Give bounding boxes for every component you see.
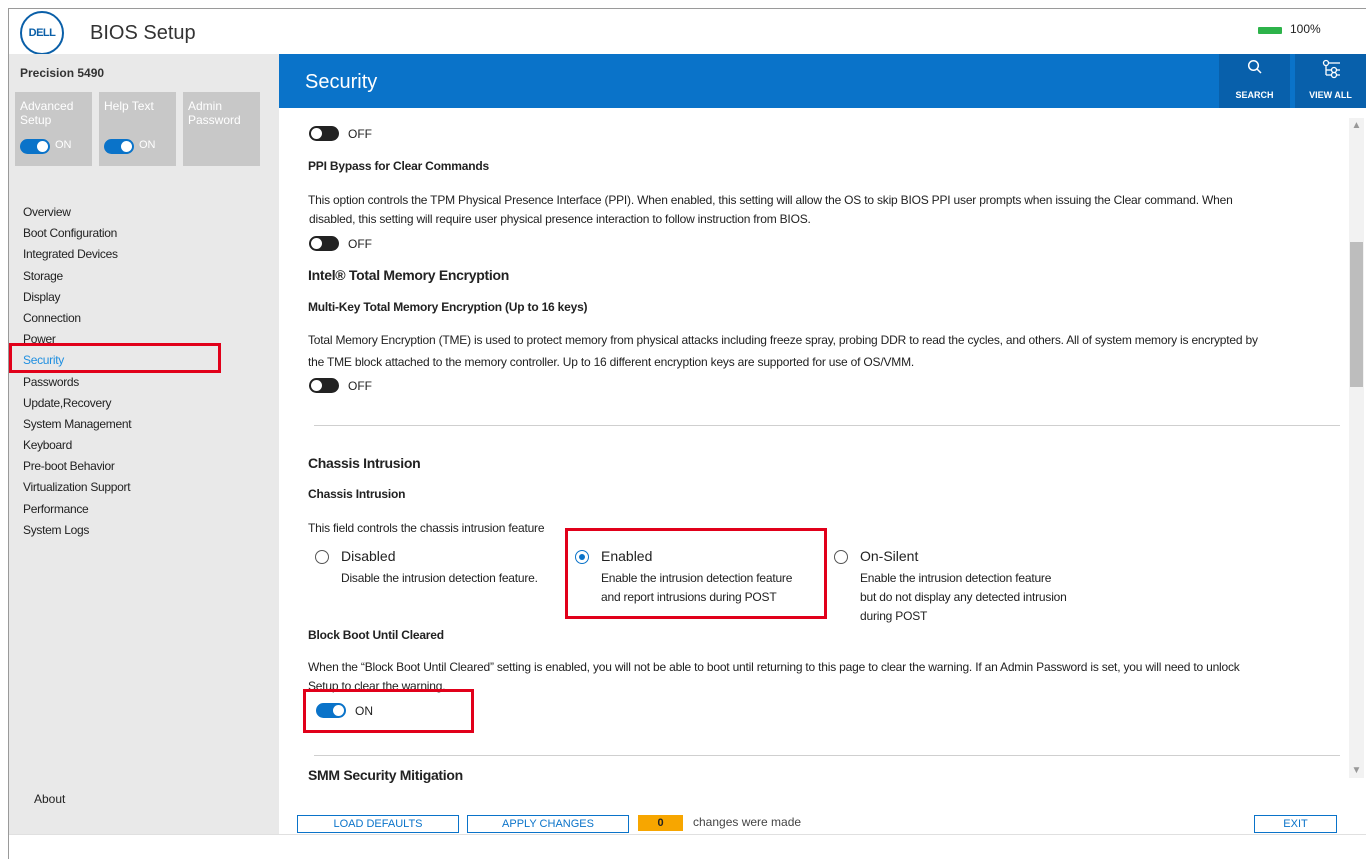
- view-all-icon: [1295, 59, 1366, 84]
- model-name: Precision 5490: [20, 66, 105, 80]
- sidebar-item-integrated-devices[interactable]: Integrated Devices: [23, 244, 131, 265]
- option-desc: during POST: [860, 609, 928, 623]
- changes-count-badge: 0: [638, 815, 683, 831]
- sidebar-item-boot-configuration[interactable]: Boot Configuration: [23, 223, 131, 244]
- section-divider: [314, 425, 1340, 426]
- sidebar-item-pre-boot-behavior[interactable]: Pre-boot Behavior: [23, 456, 131, 477]
- enabled-highlight-box: [565, 528, 827, 619]
- tile-label: Advanced Setup: [20, 99, 74, 127]
- sidebar-item-update-recovery[interactable]: Update,Recovery: [23, 393, 131, 414]
- block-boot-highlight-box: [303, 689, 474, 733]
- toggle-state: OFF: [348, 126, 372, 141]
- tile-label: Admin Password: [188, 99, 241, 127]
- tile-label: Help Text: [104, 99, 154, 113]
- smm-section-title: SMM Security Mitigation: [308, 767, 463, 783]
- admin-password-tile[interactable]: Admin Password: [183, 92, 260, 166]
- sidebar-item-display[interactable]: Display: [23, 287, 131, 308]
- tile-state: ON: [139, 139, 156, 151]
- option-desc: Disable the intrusion detection feature.: [341, 571, 538, 585]
- load-defaults-button[interactable]: LOAD DEFAULTS: [297, 815, 459, 833]
- settings-content: OFF PPI Bypass for Clear Commands This o…: [279, 108, 1349, 788]
- sidebar-item-connection[interactable]: Connection: [23, 308, 131, 329]
- dell-logo: DELL: [20, 11, 64, 55]
- footer-bar: LOAD DEFAULTS APPLY CHANGES 0 changes we…: [279, 788, 1366, 834]
- chassis-setting-title: Chassis Intrusion: [308, 487, 406, 501]
- tme-section-title: Intel® Total Memory Encryption: [308, 267, 509, 283]
- apply-changes-button[interactable]: APPLY CHANGES: [467, 815, 629, 833]
- sidebar-item-performance[interactable]: Performance: [23, 499, 131, 520]
- ppi-bypass-toggle-row: OFF: [309, 236, 372, 251]
- search-button[interactable]: SEARCH: [1219, 54, 1290, 108]
- security-highlight-box: [9, 343, 221, 373]
- search-icon: [1219, 59, 1290, 80]
- sidebar-item-storage[interactable]: Storage: [23, 266, 131, 287]
- top-setting-toggle[interactable]: [309, 126, 339, 141]
- sidebar-item-keyboard[interactable]: Keyboard: [23, 435, 131, 456]
- section-divider: [314, 755, 1340, 756]
- tme-toggle[interactable]: [309, 378, 339, 393]
- toggle-knob: [121, 141, 132, 152]
- title-bar: [9, 9, 1366, 53]
- sidebar-item-system-logs[interactable]: System Logs: [23, 520, 131, 541]
- sidebar-item-passwords[interactable]: Passwords: [23, 372, 131, 393]
- option-title: On-Silent: [860, 548, 919, 564]
- ppi-bypass-toggle[interactable]: [309, 236, 339, 251]
- tme-setting-title: Multi-Key Total Memory Encryption (Up to…: [308, 300, 588, 314]
- advanced-setup-toggle[interactable]: [20, 139, 50, 154]
- option-desc: but do not display any detected intrusio…: [860, 590, 1067, 604]
- changes-message: changes were made: [693, 815, 802, 829]
- battery-icon: [1258, 27, 1282, 34]
- chassis-section-title: Chassis Intrusion: [308, 455, 421, 471]
- top-setting-toggle-row: OFF: [309, 126, 372, 141]
- page-title: Security: [305, 71, 378, 93]
- scroll-up-arrow-icon[interactable]: ▲: [1349, 118, 1364, 133]
- toggle-knob: [37, 141, 48, 152]
- scroll-down-arrow-icon[interactable]: ▼: [1349, 763, 1364, 778]
- ppi-bypass-desc-line1: This option controls the TPM Physical Pr…: [308, 193, 1233, 207]
- toggle-state: OFF: [348, 378, 372, 393]
- content-scrollbar[interactable]: ▲ ▼: [1349, 118, 1364, 778]
- tile-state: ON: [55, 139, 72, 151]
- view-all-button[interactable]: VIEW ALL: [1295, 54, 1366, 108]
- sidebar-item-system-management[interactable]: System Management: [23, 414, 132, 435]
- option-desc: Enable the intrusion detection feature: [860, 571, 1052, 585]
- section-header: Security SEARCH VIEW ALL: [279, 54, 1366, 108]
- logo-text: DELL: [28, 27, 56, 39]
- sidebar-item-about[interactable]: About: [34, 792, 65, 806]
- toggle-knob: [311, 238, 322, 249]
- help-text-tile[interactable]: Help Text ON: [99, 92, 176, 166]
- tme-desc-line2: the TME block attached to the memory con…: [308, 355, 914, 369]
- ppi-bypass-desc-line2: disabled, this setting will require user…: [309, 212, 811, 226]
- search-label: SEARCH: [1235, 90, 1274, 100]
- toggle-knob: [311, 380, 322, 391]
- sidebar-item-overview[interactable]: Overview: [23, 202, 131, 223]
- help-text-toggle[interactable]: [104, 139, 134, 154]
- ppi-bypass-title: PPI Bypass for Clear Commands: [308, 159, 489, 173]
- app-title: BIOS Setup: [90, 22, 196, 44]
- chassis-desc: This field controls the chassis intrusio…: [308, 521, 545, 535]
- toggle-state: OFF: [348, 236, 372, 251]
- option-title: Disabled: [341, 548, 396, 564]
- block-boot-title: Block Boot Until Cleared: [308, 628, 444, 642]
- exit-button[interactable]: EXIT: [1254, 815, 1337, 833]
- advanced-setup-tile[interactable]: Advanced Setup ON: [15, 92, 92, 166]
- scroll-thumb[interactable]: [1350, 242, 1363, 387]
- radio-disabled[interactable]: [315, 550, 329, 564]
- tme-toggle-row: OFF: [309, 378, 372, 393]
- view-all-label: VIEW ALL: [1309, 90, 1352, 100]
- block-boot-desc-line1: When the “Block Boot Until Cleared” sett…: [308, 660, 1240, 674]
- toggle-knob: [311, 128, 322, 139]
- tme-desc-line1: Total Memory Encryption (TME) is used to…: [308, 333, 1258, 347]
- sidebar-item-virtualization-support[interactable]: Virtualization Support: [23, 477, 131, 498]
- bottom-divider: [9, 834, 1366, 835]
- radio-on-silent[interactable]: [834, 550, 848, 564]
- sidebar: Precision 5490 Advanced Setup ON Help Te…: [9, 54, 279, 834]
- battery-percentage: 100%: [1290, 22, 1321, 36]
